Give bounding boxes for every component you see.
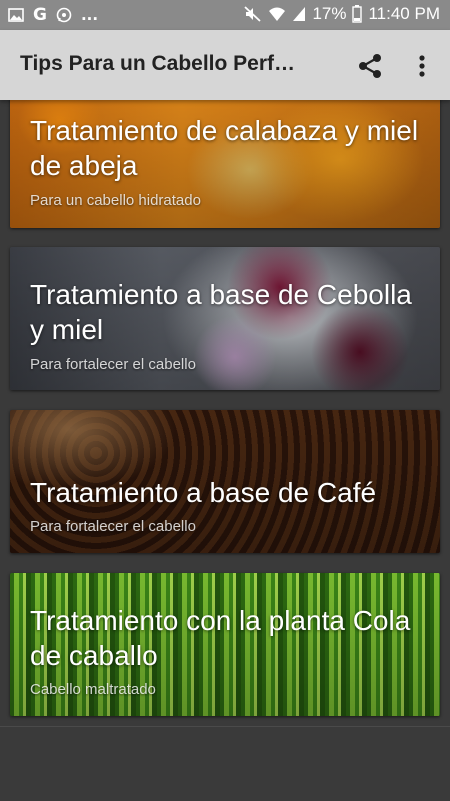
google-icon: G — [33, 5, 47, 25]
overflow-menu-icon[interactable] — [410, 52, 434, 80]
card-title: Tratamiento de calabaza y miel de abeja — [30, 115, 419, 181]
signal-icon — [293, 7, 306, 21]
battery-percent: 17% — [312, 4, 347, 23]
card-coffee[interactable]: Tratamiento a base de Café Para fortalec… — [10, 410, 440, 553]
card-subtitle: Para un cabello hidratado — [30, 192, 201, 209]
card-subtitle: Para fortalecer el cabello — [30, 356, 196, 373]
image-icon — [8, 8, 24, 22]
bottom-area — [0, 726, 450, 801]
wifi-icon — [269, 7, 286, 21]
app-bar: Tips Para un Cabello Perf… — [0, 30, 450, 100]
status-right: 17% 11:40 PM — [244, 4, 440, 24]
card-onion[interactable]: Tratamiento a base de Cebolla y miel Par… — [10, 247, 440, 390]
whatsapp-icon — [56, 7, 72, 23]
card-horsetail[interactable]: Tratamiento con la planta Cola de caball… — [10, 573, 440, 716]
page-title: Tips Para un Cabello Perf… — [20, 52, 296, 75]
card-title: Tratamiento con la planta Cola de caball… — [30, 605, 411, 671]
card-title: Tratamiento a base de Café — [30, 477, 377, 508]
card-list: Tratamiento de calabaza y miel de abeja … — [0, 100, 450, 726]
status-left: G ... — [8, 5, 98, 25]
mute-icon — [244, 6, 262, 22]
card-subtitle: Cabello maltratado — [30, 681, 156, 698]
status-bar: G ... 17% 11:40 PM — [0, 0, 450, 30]
card-pumpkin[interactable]: Tratamiento de calabaza y miel de abeja … — [10, 100, 440, 228]
card-subtitle: Para fortalecer el cabello — [30, 518, 196, 535]
battery-icon — [352, 5, 363, 23]
clock: 11:40 PM — [368, 4, 440, 23]
card-title: Tratamiento a base de Cebolla y miel — [30, 279, 412, 345]
share-icon[interactable] — [356, 52, 384, 80]
more-dots-icon: ... — [80, 6, 99, 24]
